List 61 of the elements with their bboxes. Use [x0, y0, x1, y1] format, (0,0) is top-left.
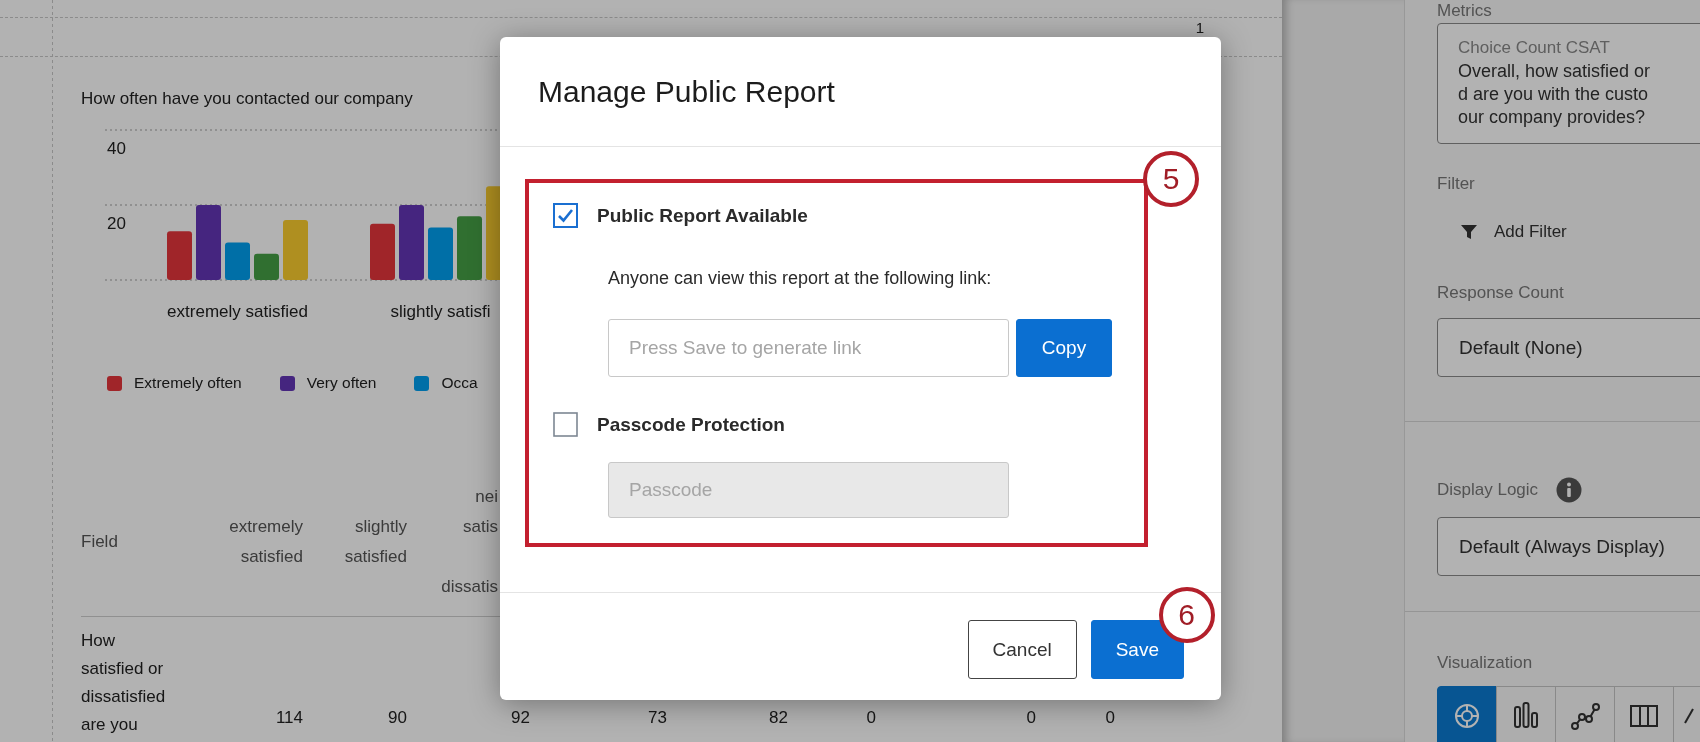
add-filter-button[interactable]: Add Filter	[1461, 220, 1567, 244]
legend-label: Very often	[306, 374, 377, 392]
chart-bar	[370, 223, 395, 280]
section-label: Metrics	[1437, 2, 1493, 20]
target-icon	[1452, 701, 1482, 731]
table-cell-text: 92	[510, 707, 530, 729]
checkbox[interactable]	[553, 412, 578, 437]
chart-bar	[225, 242, 250, 280]
link-field[interactable]: Press Save to generate link	[608, 319, 1009, 377]
chart-bar	[283, 220, 308, 280]
column-header: nei satis dissatis	[440, 486, 499, 598]
checkbox-label: Passcode Protection	[597, 413, 785, 436]
category-label: extremely satisfied	[167, 302, 308, 321]
page-number: 1	[1195, 19, 1204, 36]
info-icon	[1556, 477, 1583, 503]
metric-name: Choice Count CSAT	[1458, 37, 1611, 59]
table-cell-text: 0	[1104, 707, 1115, 729]
table-cell-text: 114	[274, 707, 303, 729]
line-chart-icon	[1570, 701, 1600, 731]
section-label: Display Logic	[1437, 479, 1539, 501]
column-header: slightly satisfied	[343, 516, 407, 568]
dialog-title: Manage Public Report	[538, 74, 835, 109]
table-cell-text: 73	[647, 707, 667, 729]
copy-button[interactable]: Copy	[1016, 319, 1112, 377]
chart-icon	[1684, 708, 1694, 724]
checkbox-label: Public Report Available	[597, 204, 808, 227]
chart-bar	[167, 231, 192, 280]
column-header: extremely satisfied	[228, 516, 303, 568]
chart-bar	[457, 216, 482, 280]
help-text: Anyone can view this report at the following link:	[608, 267, 993, 290]
metric-card[interactable]: Choice Count CSAT Overall, how satisfied or d are you with the custo our company provides?	[1437, 23, 1700, 144]
axis-label: 20	[107, 214, 126, 233]
step-number: 6	[1158, 587, 1215, 643]
bar-chart-icon	[1511, 701, 1541, 731]
checkbox[interactable]	[553, 203, 578, 228]
filter-icon	[1461, 224, 1477, 240]
question-text: our company provides?	[1458, 106, 1647, 129]
visualization-option[interactable]	[1496, 686, 1556, 742]
section-label: Response Count	[1437, 282, 1565, 304]
category-label: slightly satisfi	[390, 302, 491, 321]
visualization-option[interactable]	[1437, 686, 1497, 742]
table-cell-text: 0	[865, 707, 876, 729]
table-cell-text: 0	[1025, 707, 1036, 729]
axis-label: 40	[107, 139, 126, 158]
legend-label: Occa	[441, 374, 478, 392]
dropdown[interactable]: Default (Always Display)	[1437, 517, 1700, 576]
table-cell-text: 82	[768, 707, 788, 729]
table-cell-text: How satisfied or dissatisfied are you	[81, 630, 167, 736]
table-cell-text: 90	[387, 707, 407, 729]
chart-bar	[428, 227, 453, 280]
cancel-button[interactable]: Cancel	[967, 620, 1077, 679]
chart-title: How often have you contacted our company	[81, 89, 413, 109]
section-label: Visualization	[1437, 652, 1534, 674]
dropdown[interactable]: Default (None)	[1437, 318, 1700, 377]
question-text: d are you with the custo	[1458, 83, 1650, 106]
section-label: Filter	[1437, 173, 1476, 195]
column-header: Field	[81, 531, 119, 553]
chart-bar	[254, 253, 279, 280]
question-text: Overall, how satisfied or	[1458, 60, 1652, 83]
legend-label: Extremely often	[134, 374, 242, 392]
step-number: 5	[1143, 151, 1199, 207]
